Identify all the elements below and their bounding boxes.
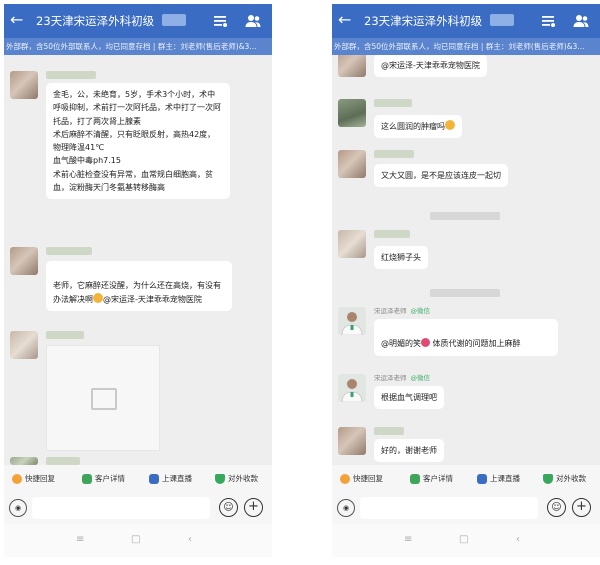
- message-bubble[interactable]: 老师，它麻醉还没醒，为什么还在高烧，有没有办法解决啊 @宋运泽-天津乖乖宠物医院: [46, 261, 232, 311]
- avatar[interactable]: [338, 99, 366, 127]
- live-icon: [477, 473, 487, 484]
- vet-avatar-icon: [341, 312, 363, 336]
- back-icon[interactable]: ‹: [516, 533, 520, 547]
- message-text: 这么圆润的肿瘤吗: [381, 122, 445, 131]
- plus-icon[interactable]: +: [572, 498, 591, 517]
- quick-reply-icon: [340, 473, 350, 484]
- message-text: 体质代谢的问题加上麻醉: [430, 339, 521, 349]
- chat-history[interactable]: @宋运泽-天津乖乖宠物医院 这么圆润的肿瘤吗 又大又圆，是不是应该连皮一起切 红…: [332, 55, 600, 465]
- input-bar: ◉ ☺ +: [4, 492, 272, 524]
- sender-name: 宋运泽老师 @微信: [374, 307, 430, 315]
- avatar[interactable]: [10, 247, 38, 275]
- customer-icon: [410, 473, 420, 484]
- message-bubble[interactable]: @宋运泽-天津乖乖宠物医院: [374, 55, 487, 78]
- blurred-sender-name: [46, 457, 80, 465]
- back-icon[interactable]: ‹: [188, 533, 192, 547]
- live-class-button[interactable]: 上课直播: [477, 471, 520, 486]
- list-settings-icon[interactable]: [539, 12, 557, 30]
- sender-name: 宋运泽老师 @微信: [374, 374, 430, 382]
- group-title: 23天津宋运泽外科初级: [364, 14, 483, 28]
- group-members-icon[interactable]: [572, 12, 590, 30]
- customer-details-button[interactable]: 客户详情: [410, 471, 453, 486]
- menu-icon[interactable]: ≡: [404, 533, 412, 547]
- message-bubble[interactable]: 这么圆润的肿瘤吗: [374, 115, 462, 139]
- emoji-icon: [93, 292, 103, 303]
- message-bubble[interactable]: 红烧狮子头: [374, 246, 428, 270]
- chat-header: ← 23天津宋运泽外科初级: [332, 4, 600, 38]
- back-arrow-icon[interactable]: ←: [338, 10, 351, 30]
- emoji-icon[interactable]: ☺: [547, 498, 566, 517]
- phone-screen-left: ← 23天津宋运泽外科初级 外部群，含50位外部联系人，均已同意存档 | 群主：…: [4, 4, 272, 557]
- avatar[interactable]: [338, 150, 366, 178]
- input-bar: ◉ ☺ +: [332, 492, 600, 524]
- phone-screen-right: ← 23天津宋运泽外科初级 外部群，含50位外部联系人，均已同意存档 | 群主：…: [332, 4, 600, 557]
- external-payment-button[interactable]: 对外收款: [215, 471, 258, 486]
- live-class-button[interactable]: 上课直播: [149, 471, 192, 486]
- live-icon: [149, 473, 159, 484]
- mention-text: @宋运泽-天津乖乖宠物医院: [103, 294, 202, 304]
- voice-icon[interactable]: ◉: [9, 499, 27, 517]
- message-bubble[interactable]: @明媚的笑 体质代谢的问题加上麻醉: [374, 319, 558, 356]
- message-bubble[interactable]: 好的，谢谢老师: [374, 439, 444, 463]
- chat-history[interactable]: 金毛，公，未绝育，5岁，手术3个小时，术中呼吸抑制，术前打一次阿托品，术中打了一…: [4, 55, 272, 465]
- blurred-sender-name: [374, 150, 414, 158]
- home-icon[interactable]: □: [131, 533, 140, 547]
- avatar[interactable]: [338, 230, 366, 258]
- avatar[interactable]: [338, 55, 366, 77]
- wechat-tag: @微信: [410, 374, 431, 382]
- shield-icon: [543, 473, 553, 484]
- message-bubble[interactable]: 根据血气调理吧: [374, 386, 444, 410]
- emoji-icon[interactable]: ☺: [219, 498, 238, 517]
- plus-icon[interactable]: +: [244, 498, 263, 517]
- message-input[interactable]: [360, 497, 538, 519]
- image-placeholder-icon: [91, 388, 117, 410]
- image-message[interactable]: [46, 345, 160, 451]
- quick-action-bar: 快捷回复 客户详情 上课直播 对外收款: [332, 465, 600, 492]
- blurred-sender-name: [374, 230, 410, 238]
- avatar[interactable]: [10, 71, 38, 99]
- quick-reply-icon: [12, 473, 22, 484]
- blurred-title-suffix: [490, 14, 514, 26]
- voice-icon[interactable]: ◉: [337, 499, 355, 517]
- blurred-sender-name: [374, 99, 412, 107]
- message-input[interactable]: [32, 497, 210, 519]
- group-title: 23天津宋运泽外科初级: [36, 14, 155, 28]
- blurred-sender-name: [46, 331, 84, 339]
- wechat-tag: @微信: [410, 307, 431, 315]
- quick-action-bar: 快捷回复 客户详情 上课直播 对外收款: [4, 465, 272, 492]
- avatar[interactable]: [338, 374, 366, 403]
- quick-reply-button[interactable]: 快捷回复: [12, 471, 55, 486]
- system-nav-bar: ≡ □ ‹: [4, 524, 272, 557]
- flower-icon: [421, 338, 430, 348]
- message-bubble[interactable]: 金毛，公，未绝育，5岁，手术3个小时，术中呼吸抑制，术前打一次阿托品，术中打了一…: [46, 83, 230, 200]
- blurred-timestamp: [430, 212, 500, 220]
- shield-icon: [215, 473, 225, 484]
- avatar[interactable]: [338, 307, 366, 336]
- mention-text: @明媚的笑: [381, 339, 421, 349]
- group-notice-banner[interactable]: 外部群，含50位外部联系人，均已同意存档 | 群主：刘老师(售后老师)&3...: [4, 38, 272, 55]
- chat-header: ← 23天津宋运泽外科初级: [4, 4, 272, 38]
- blurred-sender-name: [46, 247, 92, 255]
- vet-avatar-icon: [341, 379, 363, 403]
- blurred-sender-name: [46, 71, 96, 79]
- avatar[interactable]: [10, 331, 38, 359]
- customer-icon: [82, 473, 92, 484]
- quick-reply-button[interactable]: 快捷回复: [340, 471, 383, 486]
- message-bubble[interactable]: 又大又圆，是不是应该连皮一起切: [374, 164, 508, 188]
- avatar[interactable]: [10, 457, 38, 465]
- group-members-icon[interactable]: [244, 12, 262, 30]
- blurred-sender-name: [374, 427, 404, 435]
- list-settings-icon[interactable]: [211, 12, 229, 30]
- system-nav-bar: ≡ □ ‹: [332, 524, 600, 557]
- customer-details-button[interactable]: 客户详情: [82, 471, 125, 486]
- group-notice-banner[interactable]: 外部群，含50位外部联系人，均已同意存档 | 群主：刘老师(售后老师)&3...: [332, 38, 600, 55]
- avatar[interactable]: [338, 427, 366, 455]
- blurred-title-suffix: [162, 14, 186, 26]
- home-icon[interactable]: □: [459, 533, 468, 547]
- emoji-icon: [445, 120, 455, 130]
- blurred-timestamp: [430, 289, 500, 297]
- back-arrow-icon[interactable]: ←: [10, 10, 23, 30]
- external-payment-button[interactable]: 对外收款: [543, 471, 586, 486]
- menu-icon[interactable]: ≡: [76, 533, 84, 547]
